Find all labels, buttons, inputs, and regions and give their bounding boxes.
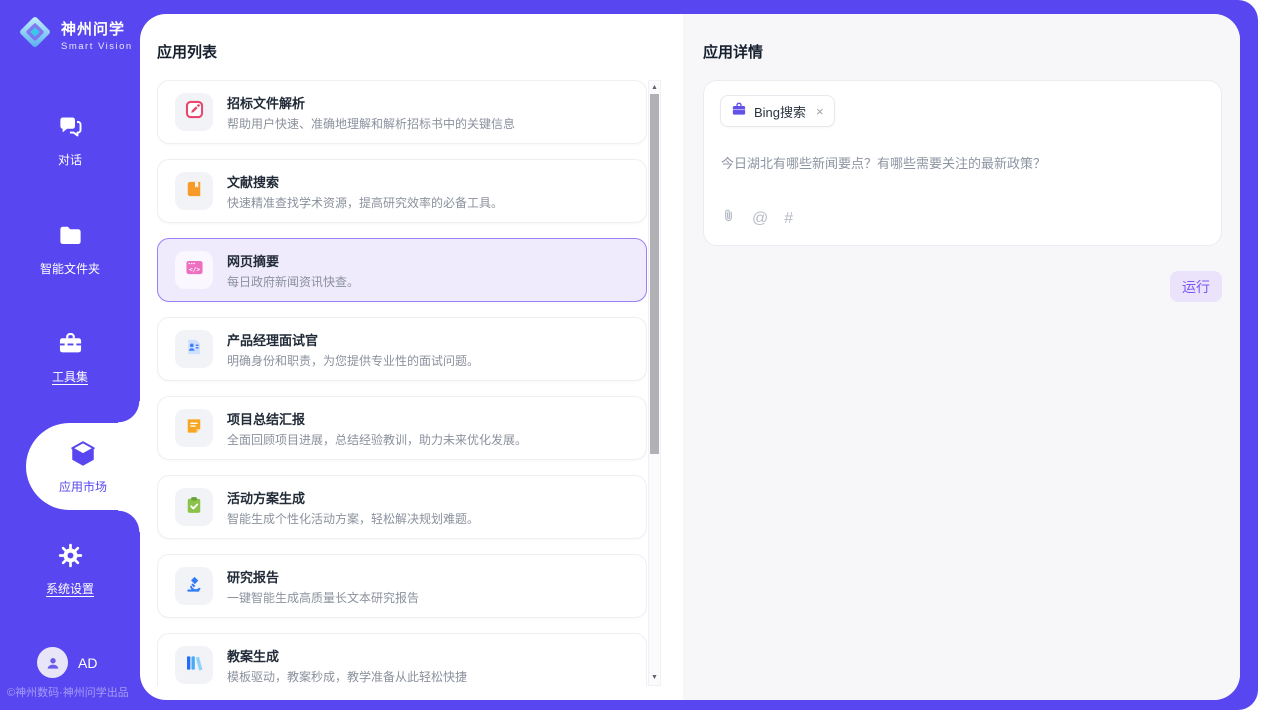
app-list-title: 应用列表 (157, 41, 217, 62)
app-detail-panel: 应用详情 Bing搜索 × 今日湖北有哪些新闻要点？有哪些需要关注的最新政策？ (683, 14, 1240, 700)
user-account[interactable]: AD (37, 647, 97, 678)
sidebar-item-label: 工具集 (52, 368, 88, 385)
app-title: 项目总结汇报 (227, 409, 527, 428)
app-description: 模板驱动，教案秒成，教学准备从此轻松快捷 (227, 668, 467, 685)
sidebar-item-label: 系统设置 (46, 580, 94, 597)
app-card[interactable]: 研究报告 一键智能生成高质量长文本研究报告 (157, 554, 647, 618)
project-note-icon (184, 416, 204, 441)
gear-icon (57, 542, 84, 574)
app-detail-title: 应用详情 (703, 41, 763, 62)
app-description: 明确身份和职责，为您提供专业性的面试问题。 (227, 352, 479, 369)
scroll-down-icon[interactable]: ▼ (649, 673, 660, 683)
mention-icon[interactable]: @ (752, 210, 768, 227)
brand-name: 神州问学 (61, 18, 133, 39)
lesson-books-icon (184, 653, 204, 678)
svg-text:</>: </> (188, 267, 199, 274)
sidebar-item-smart-folder[interactable]: 智能文件夹 (0, 222, 140, 277)
person-icon (44, 654, 62, 672)
app-title: 活动方案生成 (227, 488, 479, 507)
prompt-input[interactable]: 今日湖北有哪些新闻要点？有哪些需要关注的最新政策？ (721, 153, 1206, 172)
tool-chip-bing-search[interactable]: Bing搜索 × (720, 95, 835, 127)
chat-icon (57, 113, 84, 145)
app-card[interactable]: </> 网页摘要 每日政府新闻资讯快查。 (157, 238, 647, 302)
hash-icon[interactable]: # (784, 210, 793, 227)
app-description: 帮助用户快速、准确地理解和解析招标书中的关键信息 (227, 115, 515, 132)
brand-diamond-icon (16, 13, 54, 56)
app-title: 文献搜索 (227, 172, 503, 191)
app-card[interactable]: 文献搜索 快速精准查找学术资源，提高研究效率的必备工具。 (157, 159, 647, 223)
app-card[interactable]: 活动方案生成 智能生成个性化活动方案，轻松解决规划难题。 (157, 475, 647, 539)
app-frame: 神州问学 Smart Vision 对话 智能文件夹 (0, 0, 1258, 710)
app-description: 智能生成个性化活动方案，轻松解决规划难题。 (227, 510, 479, 527)
bid-edit-icon (184, 99, 205, 125)
app-title: 招标文件解析 (227, 93, 515, 112)
brand-logo: 神州问学 Smart Vision (16, 13, 133, 56)
scrollbar-thumb[interactable] (650, 94, 659, 454)
pm-interview-icon (184, 337, 204, 362)
sidebar-item-label: 对话 (58, 151, 82, 168)
app-card[interactable]: 产品经理面试官 明确身份和职责，为您提供专业性的面试问题。 (157, 317, 647, 381)
app-list: 招标文件解析 帮助用户快速、准确地理解和解析招标书中的关键信息 文献搜索 快速精… (157, 80, 647, 686)
user-name: AD (78, 655, 97, 671)
app-description: 每日政府新闻资讯快查。 (227, 273, 359, 290)
folder-icon (57, 222, 84, 254)
app-description: 全面回顾项目进展，总结经验教训，助力未来优化发展。 (227, 431, 527, 448)
app-description: 一键智能生成高质量长文本研究报告 (227, 589, 419, 606)
literature-book-icon (184, 179, 204, 204)
app-card[interactable]: 教案生成 模板驱动，教案秒成，教学准备从此轻松快捷 (157, 633, 647, 686)
app-description: 快速精准查找学术资源，提高研究效率的必备工具。 (227, 194, 503, 211)
app-card[interactable]: 项目总结汇报 全面回顾项目进展，总结经验教训，助力未来优化发展。 (157, 396, 647, 460)
sidebar-item-label: 应用市场 (59, 478, 107, 495)
tool-chip-label: Bing搜索 (754, 102, 806, 121)
attach-icon[interactable] (721, 207, 736, 229)
toolbox-icon (57, 330, 84, 362)
app-card[interactable]: 招标文件解析 帮助用户快速、准确地理解和解析招标书中的关键信息 (157, 80, 647, 144)
briefcase-icon (731, 101, 747, 122)
sidebar-item-toolset[interactable]: 工具集 (0, 330, 140, 385)
copyright-text: ©神州数码·神州问学出品 (7, 684, 129, 700)
sidebar-item-chat[interactable]: 对话 (0, 113, 140, 168)
research-microscope-icon (184, 574, 204, 599)
cube-icon (68, 439, 98, 474)
webpage-window-icon: </> (184, 257, 205, 283)
app-title: 研究报告 (227, 567, 419, 586)
scroll-up-icon[interactable]: ▲ (649, 83, 660, 93)
app-title: 教案生成 (227, 646, 467, 665)
run-button[interactable]: 运行 (1170, 271, 1222, 302)
sidebar-item-app-market[interactable]: 应用市场 (26, 423, 140, 510)
app-title: 网页摘要 (227, 251, 359, 270)
main-content: 应用列表 招标文件解析 帮助用户快速、准确地理解和解析招标书中的关键信息 文献搜… (140, 14, 1240, 700)
sidebar-item-settings[interactable]: 系统设置 (0, 542, 140, 597)
app-list-scrollbar[interactable]: ▲ ▼ (648, 80, 661, 686)
brand-subtitle: Smart Vision (61, 41, 133, 52)
activity-clipboard-icon (184, 495, 204, 520)
prompt-toolbar: @ # (721, 207, 793, 229)
prompt-card: Bing搜索 × 今日湖北有哪些新闻要点？有哪些需要关注的最新政策？ @ # (703, 80, 1222, 246)
app-title: 产品经理面试官 (227, 330, 479, 349)
avatar[interactable] (37, 647, 68, 678)
sidebar-item-label: 智能文件夹 (40, 260, 100, 277)
chip-close-icon[interactable]: × (816, 104, 824, 119)
